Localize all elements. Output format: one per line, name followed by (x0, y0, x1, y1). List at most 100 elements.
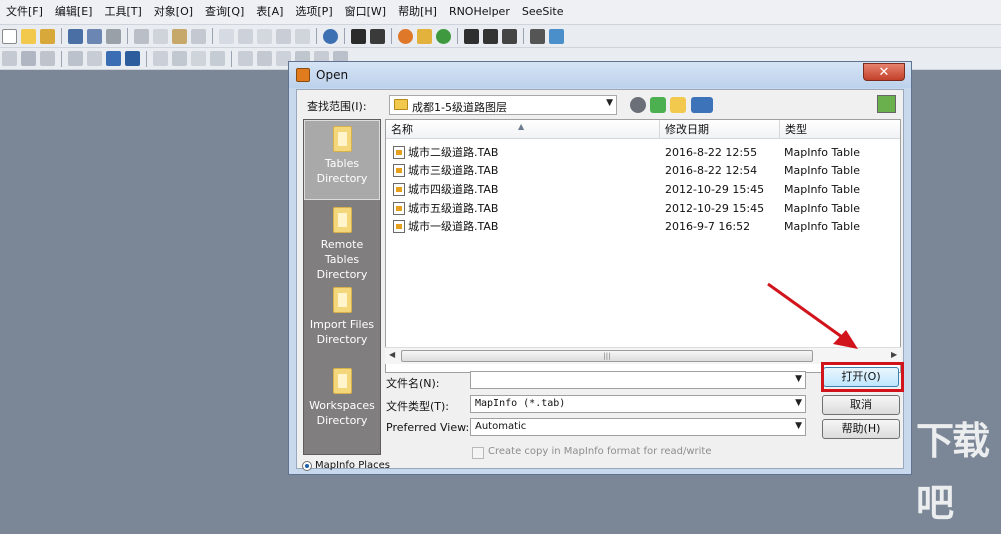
tool-e-icon[interactable] (436, 28, 451, 44)
pointer-icon[interactable] (106, 51, 121, 66)
tool-j-icon[interactable] (549, 28, 564, 44)
preferred-view-select[interactable]: Automatic ▼ (470, 418, 806, 436)
chevron-down-icon[interactable]: ▼ (795, 374, 802, 384)
help-button[interactable]: 帮助(H) (822, 419, 900, 439)
place-tables-directory[interactable]: Tables Directory (304, 120, 380, 200)
copy-checkbox[interactable] (472, 447, 484, 459)
cancel-button[interactable]: 取消 (822, 395, 900, 415)
toolbar-separator (61, 28, 62, 44)
polyline-icon[interactable] (87, 51, 102, 66)
new-layout-icon[interactable] (276, 28, 291, 44)
map-catalog-icon[interactable] (877, 95, 896, 113)
menu-help[interactable]: 帮助[H] (392, 0, 443, 24)
new-table-icon[interactable] (2, 28, 17, 44)
menu-seesite[interactable]: SeeSite (516, 0, 570, 24)
tab-file-icon (393, 202, 405, 215)
folder-doc-icon (332, 368, 352, 394)
new-graph-icon[interactable] (257, 28, 272, 44)
file-type: MapInfo Table (784, 146, 860, 159)
filename-label: 文件名(N): (386, 377, 440, 390)
lookin-select[interactable]: 成都1-5级道路图层 ▼ (389, 95, 617, 115)
place-import-files-directory[interactable]: Import Files Directory (304, 282, 380, 362)
file-type: MapInfo Table (784, 220, 860, 233)
place-workspaces-directory[interactable]: Workspaces Directory (304, 363, 380, 443)
open-workspace-icon[interactable] (40, 28, 55, 44)
menu-window[interactable]: 窗口[W] (339, 0, 392, 24)
sort-up-icon: ▲ (518, 122, 525, 131)
column-type-label: 类型 (785, 123, 807, 136)
back-icon[interactable] (630, 97, 646, 113)
help-icon[interactable] (323, 28, 338, 44)
save-icon[interactable] (68, 28, 83, 44)
tool-g-icon[interactable] (483, 28, 498, 44)
undo-map-icon[interactable] (40, 51, 55, 66)
menu-objects[interactable]: 对象[O] (148, 0, 199, 24)
tool-o-icon[interactable] (238, 51, 253, 66)
cut-icon[interactable] (134, 28, 149, 44)
filename-input[interactable]: ▼ (470, 371, 806, 389)
tool-d-icon[interactable] (417, 28, 432, 44)
dialog-titlebar[interactable]: Open ✕ (289, 62, 911, 88)
tool-n-icon[interactable] (210, 51, 225, 66)
file-name: 城市二级道路.TAB (408, 146, 499, 159)
save-as-icon[interactable] (87, 28, 102, 44)
new-mapper-icon[interactable] (238, 28, 253, 44)
file-type: MapInfo Table (784, 202, 860, 215)
filetype-label: 文件类型(T): (386, 400, 450, 413)
open-icon[interactable] (21, 28, 36, 44)
chevron-down-icon[interactable]: ▼ (795, 398, 802, 408)
menu-edit[interactable]: 编辑[E] (49, 0, 99, 24)
new-folder-icon[interactable] (670, 97, 686, 113)
menu-tools[interactable]: 工具[T] (98, 0, 147, 24)
tool-f-icon[interactable] (464, 28, 479, 44)
tool-k-icon[interactable] (153, 51, 168, 66)
menu-query[interactable]: 查询[Q] (199, 0, 250, 24)
print-icon[interactable] (106, 28, 121, 44)
menu-file[interactable]: 文件[F] (0, 0, 49, 24)
file-row[interactable]: 城市四级道路.TAB 2012-10-29 15:45 MapInfo Tabl… (386, 181, 900, 199)
undo-icon[interactable] (191, 28, 206, 44)
copy-icon[interactable] (153, 28, 168, 44)
file-row[interactable]: 城市三级道路.TAB 2016-8-22 12:54 MapInfo Table (386, 162, 900, 180)
filetype-select[interactable]: MapInfo (*.tab) ▼ (470, 395, 806, 413)
redistrict-icon[interactable] (295, 28, 310, 44)
file-row[interactable]: 城市五级道路.TAB 2012-10-29 15:45 MapInfo Tabl… (386, 200, 900, 218)
file-row[interactable]: 城市二级道路.TAB 2016-8-22 12:55 MapInfo Table (386, 144, 900, 162)
view-menu-icon[interactable] (691, 97, 713, 113)
close-button[interactable]: ✕ (863, 63, 905, 81)
chevron-down-icon[interactable]: ▼ (795, 421, 802, 431)
up-folder-icon[interactable] (650, 97, 666, 113)
line-tool-icon[interactable] (125, 51, 140, 66)
paste-icon[interactable] (172, 28, 187, 44)
scroll-right-icon[interactable]: ▶ (891, 350, 897, 359)
tool-p-icon[interactable] (257, 51, 272, 66)
tool-l-icon[interactable] (172, 51, 187, 66)
filetype-value: MapInfo (*.tab) (475, 398, 566, 409)
column-type[interactable]: 类型 (780, 120, 900, 139)
column-date[interactable]: 修改日期 (660, 120, 780, 139)
new-browser-icon[interactable] (219, 28, 234, 44)
folder-doc-icon (332, 207, 352, 233)
mapinfo-places-radio[interactable] (302, 461, 312, 471)
select-icon[interactable] (2, 51, 17, 66)
file-type: MapInfo Table (784, 183, 860, 196)
open-dialog: Open ✕ 查找范围(I): 成都1-5级道路图层 ▼ Tables Dire… (288, 61, 912, 475)
scroll-left-icon[interactable]: ◀ (389, 350, 395, 359)
place-remote-tables-directory[interactable]: Remote Tables Directory (304, 202, 380, 282)
tool-i-icon[interactable] (530, 28, 545, 44)
tool-h-icon[interactable] (502, 28, 517, 44)
tool-b-icon[interactable] (370, 28, 385, 44)
save-map-icon[interactable] (21, 51, 36, 66)
toolbar-separator (146, 50, 147, 67)
reshape-icon[interactable] (68, 51, 83, 66)
menu-table[interactable]: 表[A] (250, 0, 289, 24)
menu-rnohelper[interactable]: RNOHelper (443, 0, 516, 24)
file-row[interactable]: 城市一级道路.TAB 2016-9-7 16:52 MapInfo Table (386, 218, 900, 236)
column-name[interactable]: 名称 ▲ (386, 120, 660, 139)
tool-a-icon[interactable] (351, 28, 366, 44)
tool-c-icon[interactable] (398, 28, 413, 44)
chevron-down-icon[interactable]: ▼ (606, 98, 613, 108)
menu-options[interactable]: 选项[P] (289, 0, 338, 24)
tool-m-icon[interactable] (191, 51, 206, 66)
scroll-thumb[interactable]: ||| (401, 350, 813, 362)
